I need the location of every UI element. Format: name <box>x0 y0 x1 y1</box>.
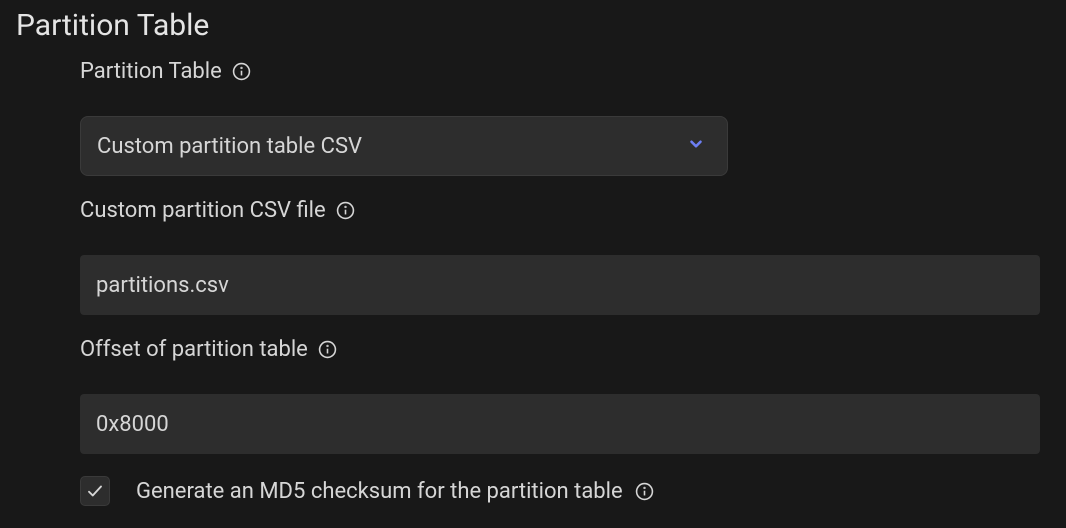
info-icon[interactable] <box>232 62 251 81</box>
csv-file-input-wrap <box>80 255 1040 315</box>
csv-file-label: Custom partition CSV file <box>80 198 326 223</box>
partition-table-label-row: Partition Table <box>80 59 1046 84</box>
partition-table-select[interactable]: Custom partition table CSV <box>80 116 728 176</box>
partition-table-select-value: Custom partition table CSV <box>97 134 362 159</box>
section-heading: Partition Table <box>0 0 1066 43</box>
offset-label: Offset of partition table <box>80 337 308 362</box>
info-icon[interactable] <box>318 340 337 359</box>
offset-input[interactable] <box>80 394 1040 454</box>
offset-label-row: Offset of partition table <box>80 337 1046 362</box>
partition-table-label: Partition Table <box>80 59 222 84</box>
csv-file-input[interactable] <box>80 255 1040 315</box>
md5-checkbox-label: Generate an MD5 checksum for the partiti… <box>136 479 623 504</box>
offset-input-wrap <box>80 394 1040 454</box>
form-area: Partition Table Custom partition table C… <box>0 43 1066 506</box>
md5-checkbox[interactable] <box>80 476 110 506</box>
info-icon[interactable] <box>635 482 654 501</box>
md5-checkbox-row: Generate an MD5 checksum for the partiti… <box>80 476 1046 506</box>
chevron-down-icon <box>687 134 705 159</box>
md5-checkbox-label-row: Generate an MD5 checksum for the partiti… <box>136 479 654 504</box>
csv-file-label-row: Custom partition CSV file <box>80 198 1046 223</box>
info-icon[interactable] <box>336 201 355 220</box>
partition-table-select-wrap: Custom partition table CSV <box>80 116 728 176</box>
